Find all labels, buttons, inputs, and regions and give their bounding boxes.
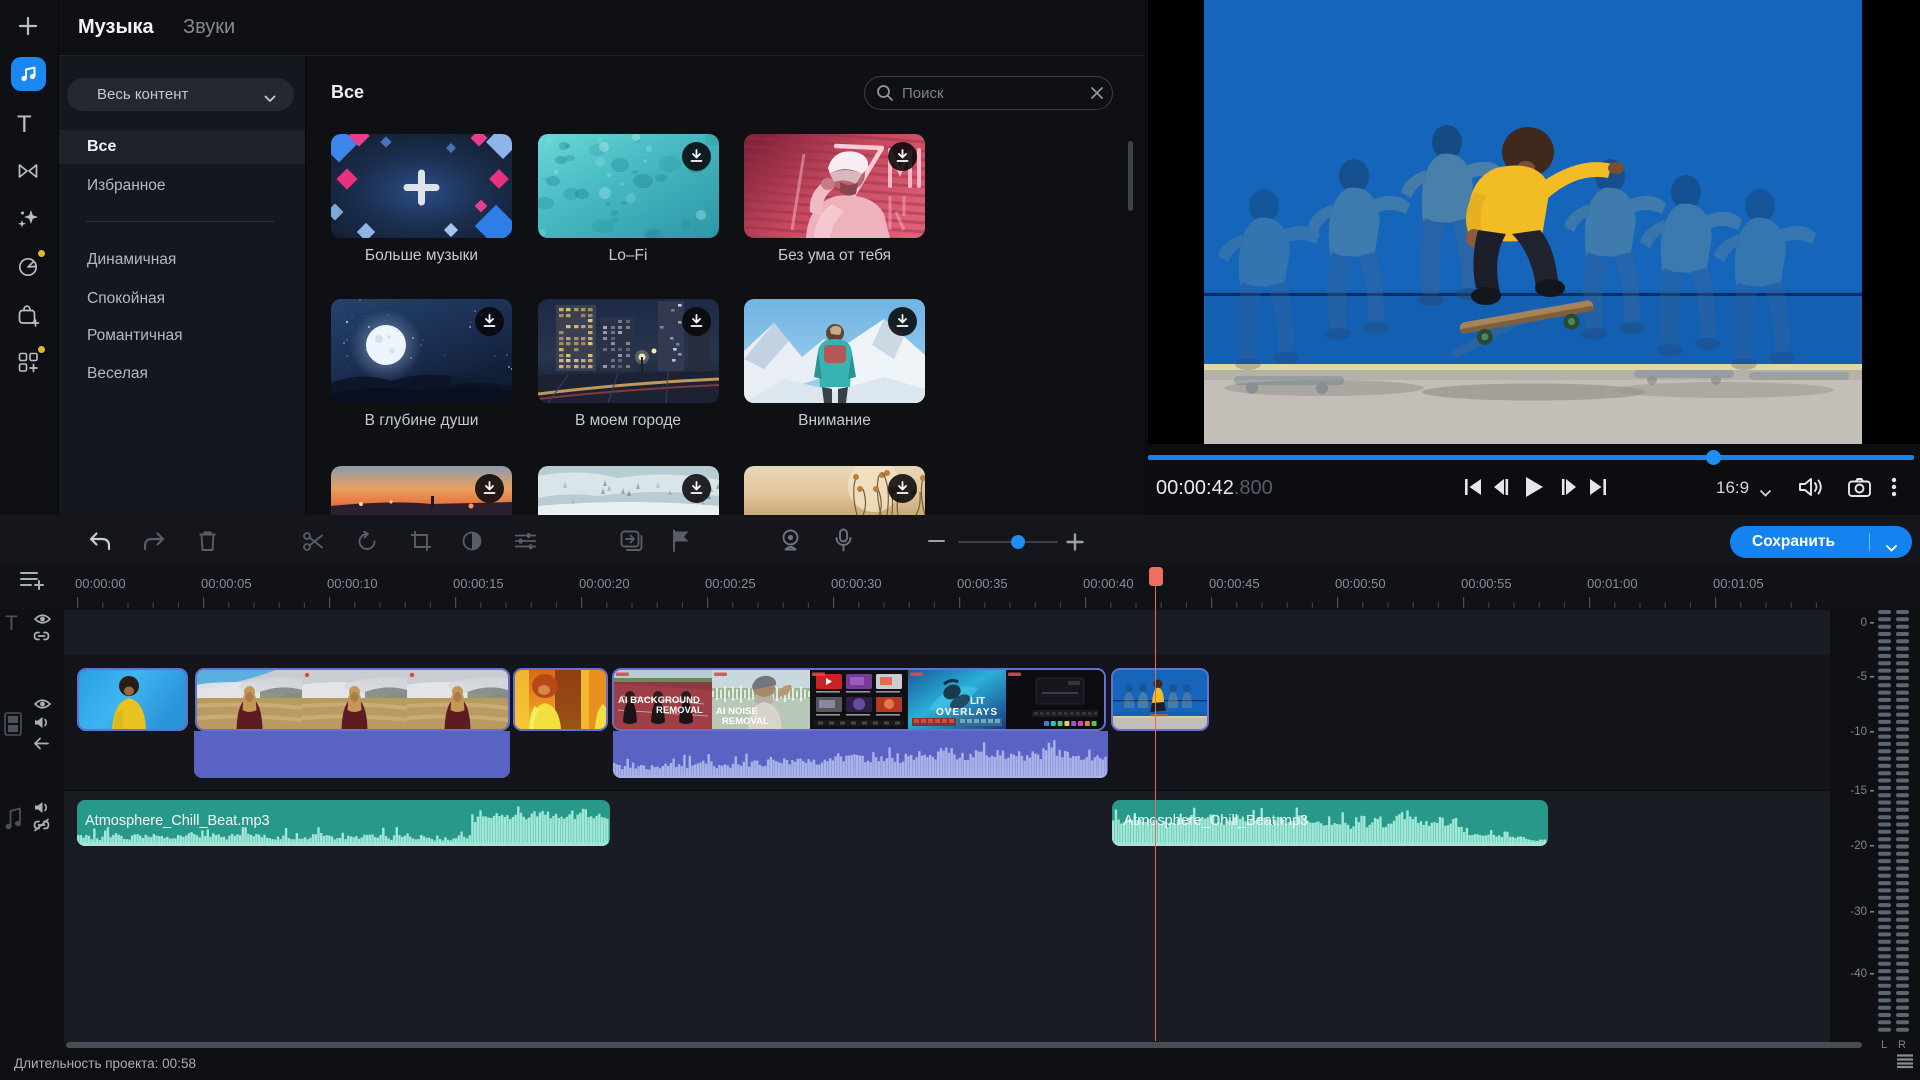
svg-text:00:00:20: 00:00:20: [579, 576, 630, 591]
svg-text:-15: -15: [1850, 785, 1867, 797]
svg-text:00:00:25: 00:00:25: [705, 576, 756, 591]
svg-text:LIT: LIT: [970, 696, 985, 707]
svg-text:00:00:05: 00:00:05: [201, 576, 252, 591]
svg-text:REMOVAL: REMOVAL: [722, 716, 769, 727]
svg-text:REMOVAL: REMOVAL: [656, 705, 703, 716]
svg-text:00:00:55: 00:00:55: [1461, 576, 1512, 591]
svg-text:0: 0: [1861, 617, 1867, 629]
svg-text:00:01:05: 00:01:05: [1713, 576, 1764, 591]
svg-text:00:00:00: 00:00:00: [75, 576, 126, 591]
svg-text:00:01:00: 00:01:00: [1587, 576, 1638, 591]
svg-text:00:00:15: 00:00:15: [453, 576, 504, 591]
svg-text:00:00:35: 00:00:35: [957, 576, 1008, 591]
svg-text:-5: -5: [1857, 671, 1867, 683]
svg-text:00:00:45: 00:00:45: [1209, 576, 1260, 591]
svg-text:OVERLAYS: OVERLAYS: [936, 707, 998, 718]
svg-text:00:00:10: 00:00:10: [327, 576, 378, 591]
svg-text:-10: -10: [1850, 726, 1867, 738]
svg-text:-40: -40: [1850, 968, 1867, 980]
svg-text:-20: -20: [1850, 840, 1867, 852]
svg-text:00:00:30: 00:00:30: [831, 576, 882, 591]
svg-text:00:00:40: 00:00:40: [1083, 576, 1134, 591]
svg-text:-30: -30: [1850, 906, 1867, 918]
svg-text:00:00:50: 00:00:50: [1335, 576, 1386, 591]
